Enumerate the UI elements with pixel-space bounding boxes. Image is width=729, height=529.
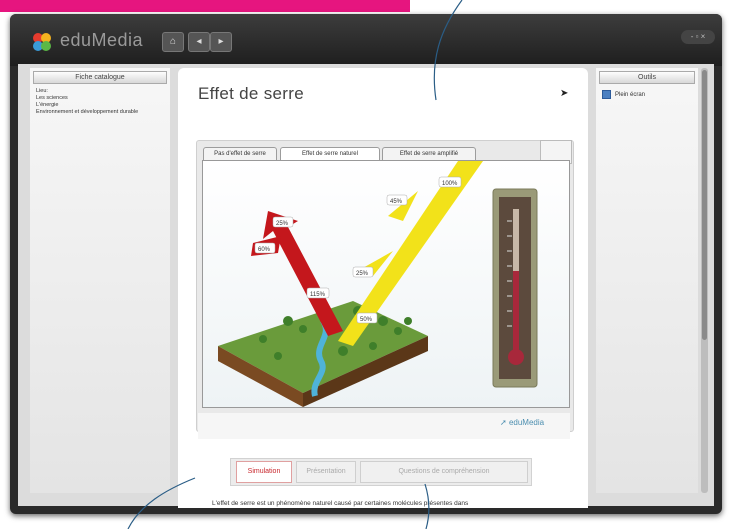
callout-lines	[127, 0, 463, 529]
